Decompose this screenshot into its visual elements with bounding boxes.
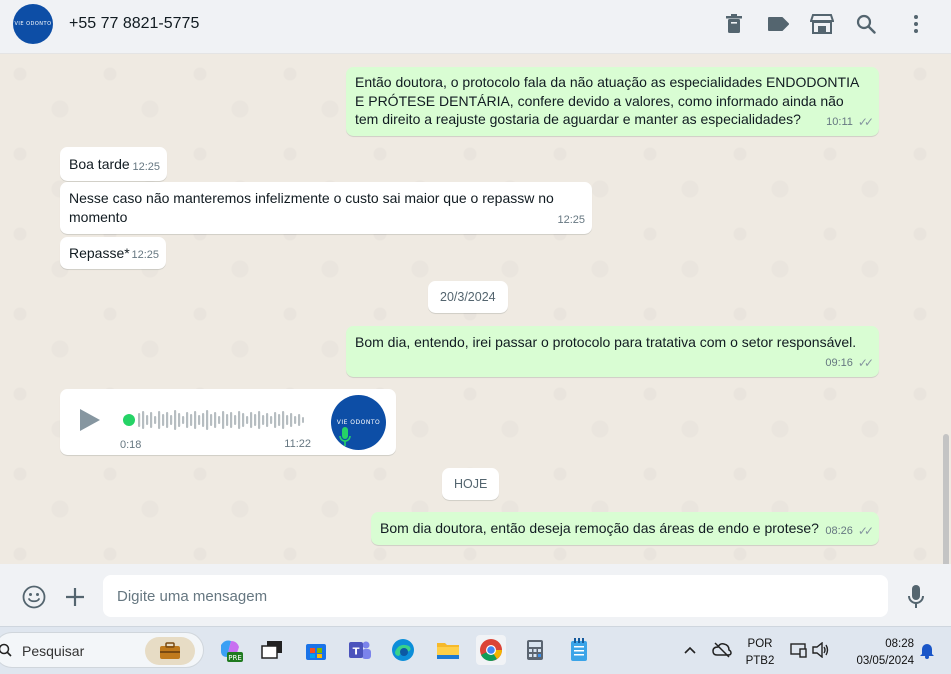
file-explorer-icon[interactable] bbox=[433, 635, 463, 665]
search-icon[interactable] bbox=[854, 12, 878, 36]
chevron-up-icon[interactable] bbox=[675, 635, 705, 665]
audio-waveform[interactable] bbox=[138, 409, 304, 431]
compose-bar bbox=[0, 564, 951, 626]
message-text: Nesse caso não manteremos infelizmente o… bbox=[69, 190, 554, 225]
svg-text:PRE: PRE bbox=[228, 654, 242, 662]
message-outgoing[interactable]: Bom dia doutora, então deseja remoção da… bbox=[371, 512, 879, 545]
volume-icon[interactable] bbox=[806, 635, 836, 665]
play-icon[interactable] bbox=[80, 409, 100, 431]
message-text: Bom dia, entendo, irei passar o protocol… bbox=[355, 334, 857, 350]
store-app-icon[interactable] bbox=[301, 635, 331, 665]
message-outgoing[interactable]: Bom dia, entendo, irei passar o protocol… bbox=[346, 326, 879, 377]
cloud-offline-icon[interactable] bbox=[707, 635, 737, 665]
emoji-icon[interactable] bbox=[21, 584, 47, 610]
read-receipt-icon: ✓✓ bbox=[857, 523, 874, 538]
contact-avatar[interactable]: VIE ODONTO bbox=[13, 4, 53, 44]
microphone-icon[interactable] bbox=[903, 584, 929, 610]
message-incoming[interactable]: Boa tarde 12:25 bbox=[60, 147, 167, 181]
search-icon bbox=[0, 643, 12, 657]
message-time: 11:22 bbox=[284, 438, 311, 450]
notepad-icon[interactable] bbox=[564, 635, 594, 665]
message-input[interactable] bbox=[103, 575, 888, 617]
taskbar-search[interactable]: Pesquisar bbox=[0, 632, 204, 668]
calculator-icon[interactable] bbox=[520, 635, 550, 665]
chat-scrollbar[interactable] bbox=[943, 434, 949, 564]
store-icon[interactable] bbox=[810, 12, 834, 36]
read-receipt-icon: ✓✓ bbox=[857, 355, 874, 370]
briefcase-icon[interactable] bbox=[145, 637, 195, 665]
os-taskbar: Pesquisar PRE T POR PTB2 08:28 03/05/202… bbox=[0, 626, 951, 674]
message-text: Bom dia doutora, então deseja remoção da… bbox=[380, 520, 819, 536]
message-incoming[interactable]: Nesse caso não manteremos infelizmente o… bbox=[60, 182, 592, 234]
voice-message[interactable]: 0:18 11:22 VIE ODONTO bbox=[60, 389, 396, 455]
message-time: 12:25 bbox=[131, 248, 159, 261]
message-outgoing[interactable]: Então doutora, o protocolo fala da não a… bbox=[346, 67, 879, 136]
contact-name[interactable]: +55 77 8821-5775 bbox=[69, 15, 199, 33]
message-time: 08:26 ✓✓ bbox=[825, 522, 874, 541]
menu-icon[interactable] bbox=[904, 12, 928, 36]
message-time: 09:16 ✓✓ bbox=[825, 354, 874, 373]
taskbar-search-label: Pesquisar bbox=[22, 643, 85, 659]
message-time: 10:11 ✓✓ bbox=[826, 113, 874, 132]
microphone-icon bbox=[339, 427, 351, 446]
message-time: 12:25 bbox=[132, 160, 160, 173]
teams-icon[interactable]: T bbox=[345, 635, 375, 665]
edge-icon[interactable] bbox=[388, 635, 418, 665]
message-text: Repasse* bbox=[69, 245, 130, 261]
delete-icon[interactable] bbox=[722, 12, 746, 36]
chat-area[interactable]: Então doutora, o protocolo fala da não a… bbox=[0, 54, 951, 564]
message-text: Então doutora, o protocolo fala da não a… bbox=[355, 74, 859, 127]
svg-text:T: T bbox=[353, 647, 360, 658]
message-time: 12:25 bbox=[557, 213, 585, 226]
chat-header: VIE ODONTO +55 77 8821-5775 bbox=[0, 0, 951, 54]
message-text: Boa tarde bbox=[69, 156, 130, 172]
label-icon[interactable] bbox=[766, 12, 790, 36]
read-receipt-icon: ✓✓ bbox=[857, 114, 874, 129]
system-clock[interactable]: 08:28 03/05/2024 bbox=[842, 637, 914, 668]
attach-plus-icon[interactable] bbox=[62, 584, 88, 610]
audio-duration: 0:18 bbox=[120, 439, 142, 451]
date-separator: 20/3/2024 bbox=[428, 281, 508, 313]
input-language[interactable]: POR PTB2 bbox=[743, 637, 777, 668]
copilot-icon[interactable]: PRE bbox=[215, 635, 245, 665]
chrome-icon[interactable] bbox=[476, 635, 506, 665]
audio-progress-handle[interactable] bbox=[123, 414, 135, 426]
task-view-icon[interactable] bbox=[257, 635, 287, 665]
date-separator: HOJE bbox=[442, 468, 500, 500]
message-incoming[interactable]: Repasse* 12:25 bbox=[60, 237, 166, 269]
notification-bell-icon[interactable] bbox=[912, 635, 942, 665]
